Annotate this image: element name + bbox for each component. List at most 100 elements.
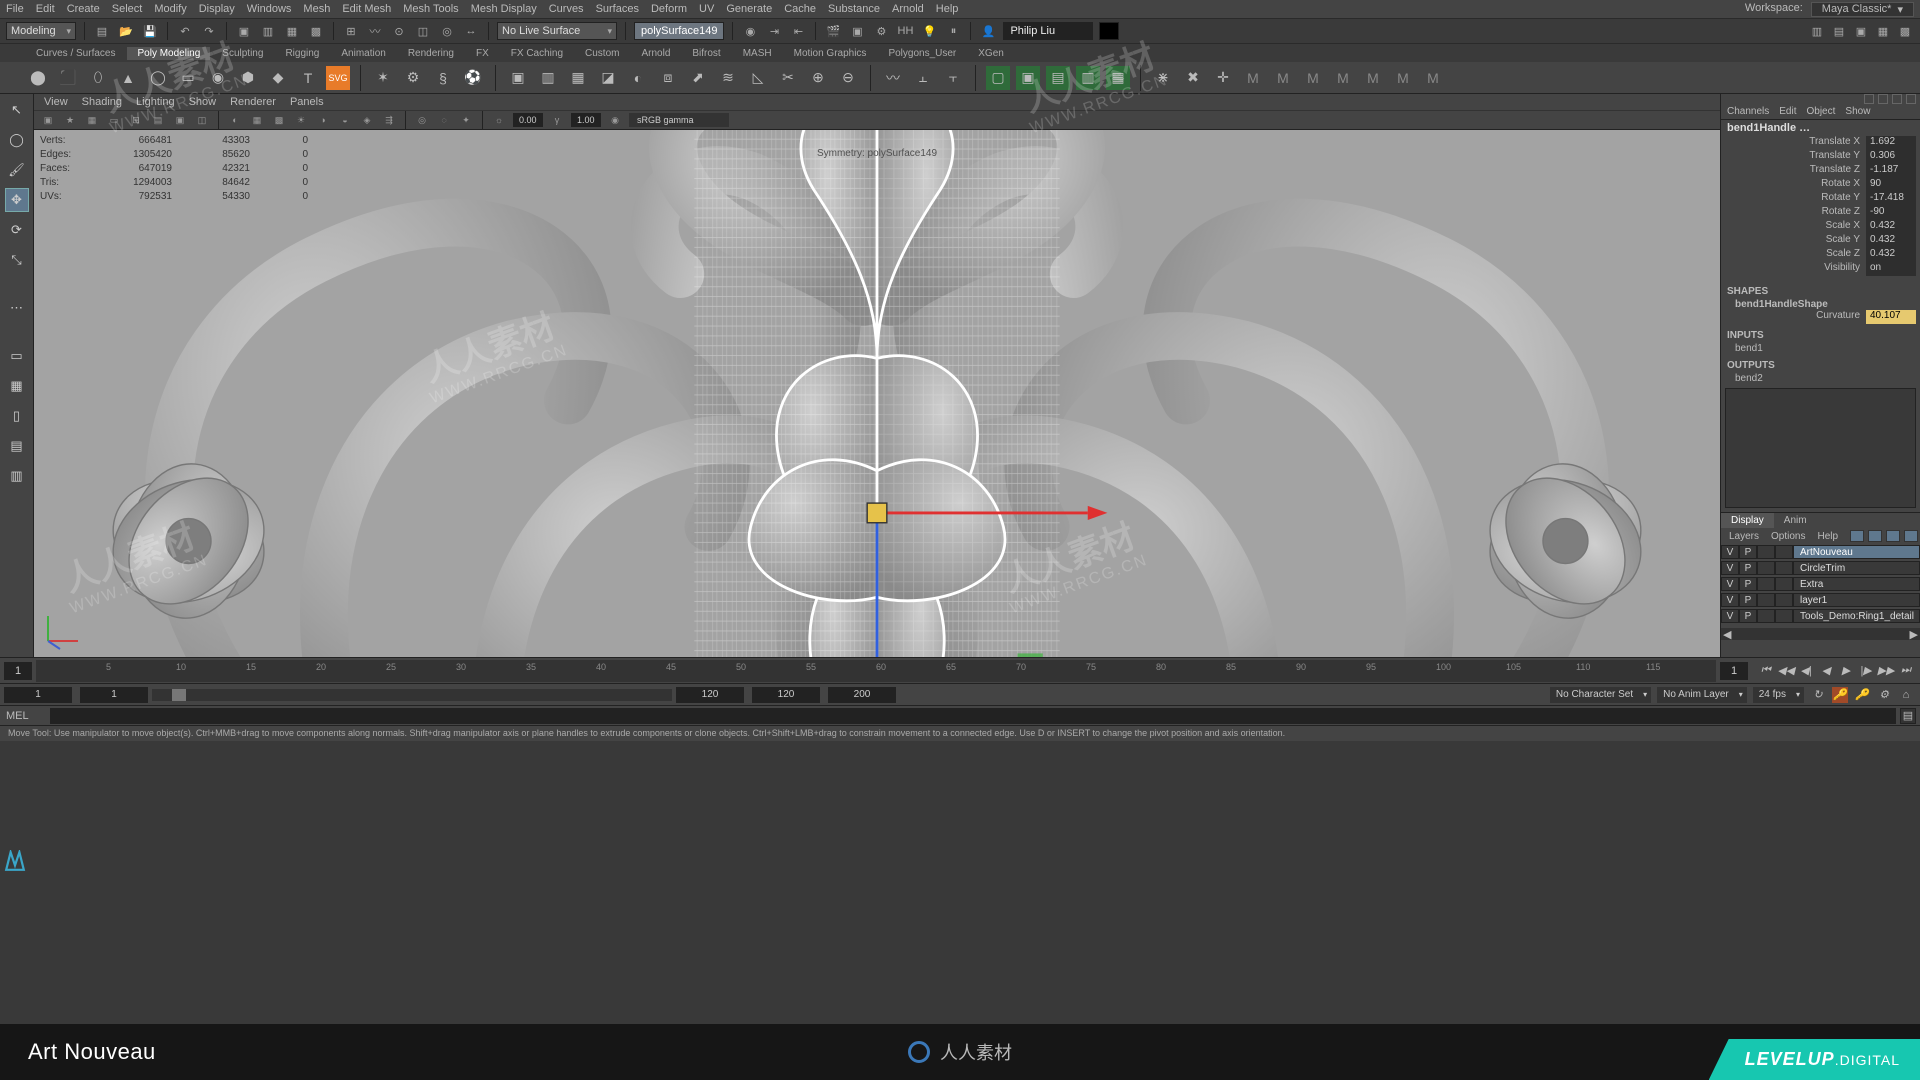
play-fwd-icon[interactable]: ▶ (1838, 663, 1854, 679)
toggle-d-icon[interactable]: ▦ (1874, 22, 1892, 40)
layer-play[interactable]: P (1739, 545, 1757, 559)
cb-output-node[interactable]: bend2 (1721, 373, 1920, 384)
panel-show[interactable]: Show (189, 96, 217, 108)
attr-sz[interactable]: 0.432 (1866, 248, 1916, 262)
poly-svg-icon[interactable]: SVG (326, 66, 350, 90)
offsetloop-icon[interactable]: ⫟ (941, 66, 965, 90)
attr-sy[interactable]: 0.432 (1866, 234, 1916, 248)
workspace-dropdown[interactable]: Maya Classic*▾ (1811, 2, 1914, 17)
cgraph-out-icon[interactable]: ⇤ (789, 22, 807, 40)
sel-edge-icon[interactable]: ▥ (259, 22, 277, 40)
poly-prism-icon[interactable]: ◆ (266, 66, 290, 90)
vp-grid-icon[interactable]: ⊞ (128, 112, 144, 128)
range-in[interactable]: 1 (80, 687, 148, 703)
toggle-a-icon[interactable]: ▥ (1808, 22, 1826, 40)
shelf-tab-sculpt[interactable]: Sculpting (212, 47, 273, 60)
go-end-icon[interactable]: ⏭ (1898, 663, 1914, 679)
snap-point-icon[interactable]: ⊙ (390, 22, 408, 40)
char-set-dropdown[interactable]: No Character Set (1550, 687, 1651, 703)
menu-mesh[interactable]: Mesh (303, 3, 330, 15)
time-ruler[interactable]: 5101520253035404550556065707580859095100… (36, 660, 1716, 682)
new-scene-icon[interactable]: ▤ (93, 22, 111, 40)
open-scene-icon[interactable]: 📂 (117, 22, 135, 40)
poly-torus-icon[interactable]: ◯ (146, 66, 170, 90)
layout-persp-icon[interactable]: ▥ (5, 464, 29, 488)
anim-layer-dropdown[interactable]: No Anim Layer (1657, 687, 1747, 703)
menu-display[interactable]: Display (199, 3, 235, 15)
m1-icon[interactable]: M (1241, 66, 1265, 90)
shelf-tab-fxcache[interactable]: FX Caching (501, 47, 573, 60)
vp-shadow-icon[interactable]: ◑ (315, 112, 331, 128)
vp-expo-icon[interactable]: ☼ (491, 112, 507, 128)
attr-ry[interactable]: -17.418 (1866, 192, 1916, 206)
separate-icon[interactable]: ▥ (536, 66, 560, 90)
shelf-tab-custom[interactable]: Custom (575, 47, 629, 60)
range-out[interactable]: 120 (752, 687, 820, 703)
attr-rx[interactable]: 90 (1866, 178, 1916, 192)
panel-lighting[interactable]: Lighting (136, 96, 175, 108)
layer-tab-anim[interactable]: Anim (1774, 513, 1817, 528)
vp-aa-icon[interactable]: ◈ (359, 112, 375, 128)
menu-file[interactable]: File (6, 3, 24, 15)
shelf-tab-mash[interactable]: MASH (733, 47, 782, 60)
cb-shape-node[interactable]: bend1HandleShape (1721, 299, 1920, 310)
menu-mesh-tools[interactable]: Mesh Tools (403, 3, 458, 15)
fps-dropdown[interactable]: 24 fps (1753, 687, 1804, 703)
poly-plane-icon[interactable]: ▭ (176, 66, 200, 90)
poly-platonic-icon[interactable]: ⬢ (236, 66, 260, 90)
center-pivot-icon[interactable]: ✛ (1211, 66, 1235, 90)
attr-sx[interactable]: 0.432 (1866, 220, 1916, 234)
vp-texture-icon[interactable]: ▩ (271, 112, 287, 128)
render-settings-icon[interactable]: ⚙ (872, 22, 890, 40)
toggle-e-icon[interactable]: ▩ (1896, 22, 1914, 40)
layout-four-icon[interactable]: ▦ (5, 374, 29, 398)
undo-icon[interactable]: ↶ (176, 22, 194, 40)
snap-curve-icon[interactable]: 〰 (366, 22, 384, 40)
selection-name-field[interactable]: polySurface149 (634, 22, 724, 40)
layer-up-icon[interactable] (1850, 530, 1864, 542)
gear-icon[interactable]: ⚙ (401, 66, 425, 90)
crease-icon[interactable]: ⋇ (1151, 66, 1175, 90)
insertloop-icon[interactable]: ⫠ (911, 66, 935, 90)
range-mid[interactable]: 120 (676, 687, 744, 703)
sel-vertex-icon[interactable]: ▣ (235, 22, 253, 40)
boolean-icon[interactable]: ◪ (596, 66, 620, 90)
bridge-icon[interactable]: ≋ (716, 66, 740, 90)
bevel-icon[interactable]: ◺ (746, 66, 770, 90)
m4-icon[interactable]: M (1331, 66, 1355, 90)
step-fwd-icon[interactable]: ▶▶ (1878, 663, 1894, 679)
live-surface-dropdown[interactable]: No Live Surface (497, 22, 617, 40)
quaddraw-icon[interactable]: ▢ (986, 66, 1010, 90)
poly-cylinder-icon[interactable]: ⬯ (86, 66, 110, 90)
vp-ct-icon[interactable]: ◉ (607, 112, 623, 128)
layer-new-icon[interactable] (1886, 530, 1900, 542)
vp-ao-icon[interactable]: ◒ (337, 112, 353, 128)
lasso-tool-icon[interactable]: ◯ (5, 128, 29, 152)
soccer-icon[interactable]: ⚽ (461, 66, 485, 90)
prefs-icon[interactable]: ⌂ (1898, 687, 1914, 703)
poly-sphere-icon[interactable]: ⬤ (26, 66, 50, 90)
menu-curves[interactable]: Curves (549, 3, 584, 15)
range-end[interactable]: 200 (828, 687, 896, 703)
shelf-tab-arnold[interactable]: Arnold (631, 47, 680, 60)
extract-icon[interactable]: ▦ (566, 66, 590, 90)
edgeflow-icon[interactable]: 〰 (881, 66, 905, 90)
viewport-3d[interactable]: Verts:666481433030 Edges:1305420856200 F… (34, 130, 1720, 657)
scale-tool-icon[interactable]: ⤡ (5, 248, 29, 272)
layer-color[interactable] (1757, 545, 1775, 559)
menu-cache[interactable]: Cache (784, 3, 816, 15)
time-start-field[interactable]: 1 (4, 662, 32, 680)
combine-icon[interactable]: ▣ (506, 66, 530, 90)
menu-set-dropdown[interactable]: Modeling (6, 22, 76, 40)
m6-icon[interactable]: M (1391, 66, 1415, 90)
shelf-tab-bifrost[interactable]: Bifrost (682, 47, 730, 60)
layer-menu-layers[interactable]: Layers (1729, 531, 1759, 542)
pause-icon[interactable]: ⏸ (944, 22, 962, 40)
shelf-tab-curves[interactable]: Curves / Surfaces (26, 47, 125, 60)
shelf-tab-anim[interactable]: Animation (331, 47, 395, 60)
poly-type-icon[interactable]: T (296, 66, 320, 90)
last-tool-icon[interactable]: ⋯ (5, 296, 29, 320)
menu-windows[interactable]: Windows (247, 3, 292, 15)
panel-view[interactable]: View (44, 96, 68, 108)
layer-menu-help[interactable]: Help (1817, 531, 1838, 542)
